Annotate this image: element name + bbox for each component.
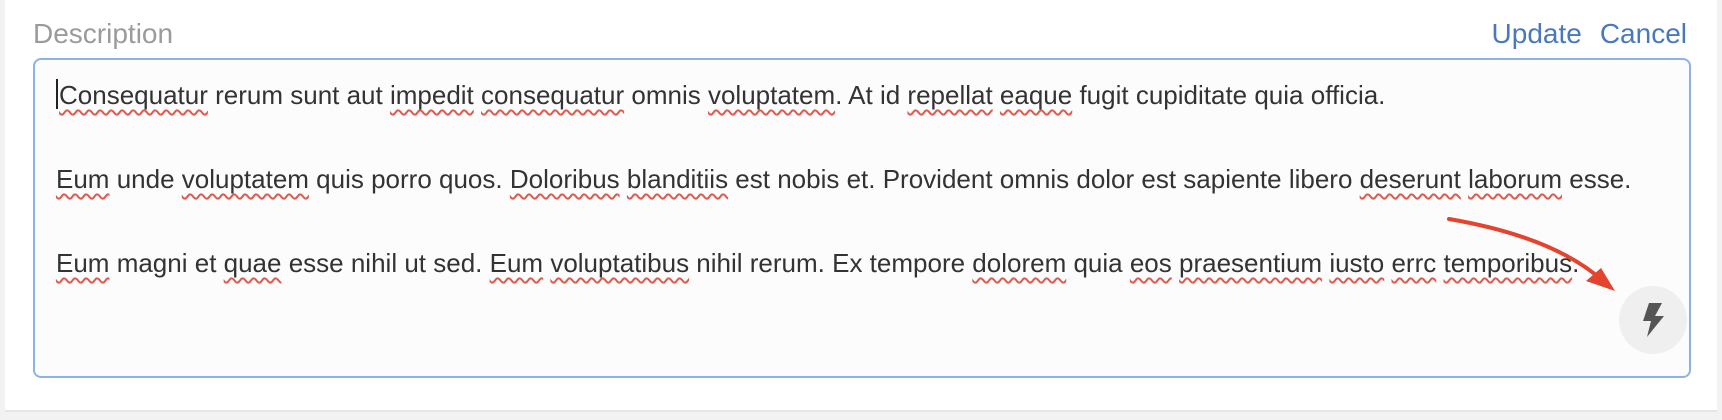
misspelled-word: laborum <box>1468 164 1563 194</box>
misspelled-word: repellat <box>907 80 993 110</box>
text-run <box>1461 164 1468 194</box>
text-caret <box>56 79 58 109</box>
description-textarea[interactable]: Consequatur rerum sunt aut impedit conse… <box>33 58 1691 378</box>
misspelled-word: quae <box>223 248 282 278</box>
misspelled-word: impedit <box>389 80 474 110</box>
misspelled-word: Doloribus <box>509 164 620 194</box>
misspelled-word: temporibus <box>1443 248 1573 278</box>
text-run: est nobis et. Provident omnis dolor est … <box>728 164 1360 194</box>
text-run: . <box>1572 248 1580 278</box>
misspelled-word: dolorem <box>972 248 1067 278</box>
misspelled-word: Eum <box>489 248 544 278</box>
misspelled-word: iusto <box>1329 248 1385 278</box>
text-run: . At id <box>835 80 908 110</box>
text-run: nihil rerum. Ex tempore <box>689 248 973 278</box>
grammar-assistant-button[interactable] <box>1619 286 1687 354</box>
description-panel: Description Update Cancel Consequatur re… <box>5 0 1717 412</box>
misspelled-word: Eum <box>56 164 110 194</box>
misspelled-word: voluptatem <box>181 164 309 194</box>
description-paragraph: Eum unde voluptatem quis porro quos. Dol… <box>56 158 1669 200</box>
text-run: unde <box>109 164 182 194</box>
misspelled-word: eaque <box>999 80 1073 110</box>
lightning-bolt-icon <box>1643 303 1664 337</box>
misspelled-word: voluptatibus <box>550 248 690 278</box>
description-paragraph: Eum magni et quae esse nihil ut sed. Eum… <box>56 242 1669 284</box>
text-run <box>993 80 1000 110</box>
misspelled-word: Eum <box>56 248 110 278</box>
update-button[interactable]: Update <box>1492 16 1582 52</box>
misspelled-word: blanditiis <box>626 164 729 194</box>
text-run: omnis <box>624 80 708 110</box>
text-run: esse. <box>1562 164 1632 194</box>
misspelled-word: eos <box>1129 248 1172 278</box>
text-run <box>1172 248 1179 278</box>
description-paragraph: Consequatur rerum sunt aut impedit conse… <box>56 74 1669 116</box>
misspelled-word: deserunt <box>1359 164 1461 194</box>
description-label: Description <box>33 18 174 49</box>
misspelled-word: errc <box>1391 248 1437 278</box>
text-run: esse nihil ut sed. <box>281 248 490 278</box>
misspelled-word: Consequatur <box>59 80 208 110</box>
text-run <box>474 80 481 110</box>
misspelled-word: voluptatem <box>707 80 836 110</box>
text-run: rerum sunt aut <box>207 80 390 110</box>
text-run: quia <box>1066 248 1130 278</box>
text-run: magni et <box>109 248 224 278</box>
cancel-button[interactable]: Cancel <box>1600 16 1687 52</box>
text-run: quis porro quos. <box>308 164 510 194</box>
text-run: fugit cupiditate quia officia. <box>1072 80 1386 110</box>
misspelled-word: praesentium <box>1179 248 1323 278</box>
text-run <box>620 164 627 194</box>
misspelled-word: consequatur <box>481 80 625 110</box>
edit-actions: Update Cancel <box>1492 16 1687 52</box>
